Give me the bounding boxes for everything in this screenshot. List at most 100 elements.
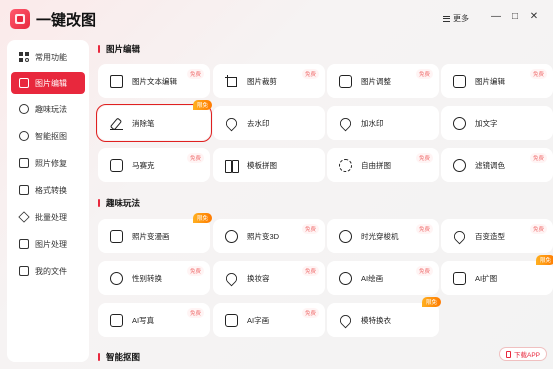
gender-icon [110,271,123,285]
crop-icon [225,74,238,88]
sidebar-item-label: 格式转换 [35,185,67,195]
tool-card-crop[interactable]: 图片裁剪 免费 [213,64,325,98]
photo-3d-icon [225,229,238,243]
tool-card-cartoon[interactable]: 照片变漫画 限免 [98,213,212,253]
phone-icon [505,350,511,358]
tool-card-remove-watermark[interactable]: 去水印 [213,106,325,140]
tool-card-eraser[interactable]: 消除笔 限免 [96,100,212,142]
download-app-button[interactable]: 下载APP [499,347,547,361]
repair-icon [19,158,29,168]
tool-card-gender-swap[interactable]: 性别转换 免费 [98,261,210,295]
cartoon-icon [110,229,123,243]
ai-expand-icon [453,271,466,285]
free-badge: 免费 [529,224,547,234]
image-edit-icon [453,74,466,88]
tool-card-ai-paint[interactable]: AI绘画 免费 [327,261,439,295]
sidebar-item-image-edit[interactable]: 图片编辑 [11,72,85,94]
sidebar-item-fun[interactable]: 趣味玩法 [11,98,85,120]
title-bar: 一键改图 更多 — □ ✕ [0,0,553,38]
target-icon [19,131,29,141]
add-watermark-icon [337,115,354,131]
free-badge: 免费 [301,69,319,79]
ai-paint-icon [339,271,352,285]
remove-watermark-icon [223,115,240,131]
tool-card-photo-3d[interactable]: 照片变3D 免费 [213,219,325,253]
tool-card-adjust[interactable]: 图片调整 免费 [327,64,439,98]
sidebar-item-batch[interactable]: 批量处理 [11,206,85,228]
minimize-button[interactable]: — [490,11,502,23]
fun-icon [19,104,29,114]
template-collage-icon [225,159,239,173]
ai-portrait-icon [110,313,123,327]
edit-icon [19,78,29,88]
tool-card-makeup[interactable]: 换妆容 免费 [213,261,325,295]
more-menu-button[interactable]: 更多 [443,13,469,24]
tool-card-mosaic[interactable]: 马赛克 免费 [98,148,210,182]
tool-card-add-text[interactable]: 加文字 [441,106,553,140]
tool-label: 时光穿梭机 [361,231,399,241]
section-title: 图片编辑 [98,43,140,55]
tool-card-outfit[interactable]: 模特换衣 限免 [327,297,441,337]
limited-free-badge: 限免 [421,297,441,307]
tool-card-time-machine[interactable]: 时光穿梭机 免费 [327,219,439,253]
tool-label: AI扩图 [475,273,498,283]
tool-label: 百变造型 [475,231,505,241]
section-title: 智能抠图 [98,351,140,363]
tool-card-ai-calligraphy[interactable]: AI字画 免费 [213,303,325,337]
sidebar-item-label: 图片编辑 [35,78,67,88]
section-title: 趣味玩法 [98,197,140,209]
tool-label: 滤镜调色 [475,160,505,170]
tool-card-filter[interactable]: 滤镜调色 免费 [441,148,553,182]
tool-card-free-collage[interactable]: 自由拼图 免费 [327,148,439,182]
tool-label: 加水印 [361,118,384,128]
sidebar-item-common[interactable]: 常用功能 [11,46,85,68]
close-button[interactable]: ✕ [528,11,540,23]
tool-label: 图片调整 [361,76,391,86]
sidebar-item-label: 图片处理 [35,239,67,249]
free-badge: 免费 [415,224,433,234]
free-badge: 免费 [186,69,204,79]
tool-label: AI字画 [247,315,270,325]
add-text-icon [453,116,466,130]
free-badge: 免费 [529,153,547,163]
free-badge: 免费 [301,308,319,318]
file-icon [19,266,29,276]
sidebar-item-label: 智能抠图 [35,131,67,141]
tool-card-text-edit[interactable]: 图片文本编辑 免费 [98,64,210,98]
maximize-button[interactable]: □ [509,11,521,23]
sidebar-item-my-files[interactable]: 我的文件 [11,260,85,282]
tool-label: 自由拼图 [361,160,391,170]
limited-free-badge: 限免 [192,213,212,223]
limited-free-badge: 限免 [535,255,553,265]
free-badge: 免费 [301,266,319,276]
tool-card-add-watermark[interactable]: 加水印 [327,106,439,140]
sidebar-item-format-convert[interactable]: 格式转换 [11,179,85,201]
free-badge: 免费 [186,266,204,276]
sidebar-item-smart-cutout[interactable]: 智能抠图 [11,125,85,147]
layers-icon [18,211,30,223]
adjust-icon [339,74,352,88]
tool-label: 图片文本编辑 [132,76,177,86]
tool-label: 图片编辑 [475,76,505,86]
convert-icon [19,185,29,195]
sidebar-item-label: 常用功能 [35,52,67,62]
tool-label: 图片裁剪 [247,76,277,86]
eraser-pen-icon [110,117,123,130]
app-logo-icon [10,9,30,29]
sidebar-item-photo-repair[interactable]: 照片修复 [11,152,85,174]
sidebar-item-label: 我的文件 [35,266,67,276]
tool-label: 换妆容 [247,273,270,283]
tool-card-template-collage[interactable]: 模板拼图 [213,148,325,182]
tool-card-style[interactable]: 百变造型 免费 [441,219,553,253]
tool-card-image-edit[interactable]: 图片编辑 免费 [441,64,553,98]
tool-card-ai-portrait[interactable]: AI写真 免费 [98,303,210,337]
app-title: 一键改图 [36,12,97,29]
free-badge: 免费 [415,153,433,163]
time-machine-icon [339,229,352,243]
tool-card-ai-expand[interactable]: AI扩图 限免 [441,255,553,295]
mosaic-icon [110,158,123,172]
free-collage-icon [339,158,352,172]
tool-label: 照片变3D [247,231,280,241]
sidebar: 常用功能 图片编辑 趣味玩法 智能抠图 照片修复 格式转换 批量处理 图片处理 … [7,40,89,362]
sidebar-item-image-process[interactable]: 图片处理 [11,233,85,255]
